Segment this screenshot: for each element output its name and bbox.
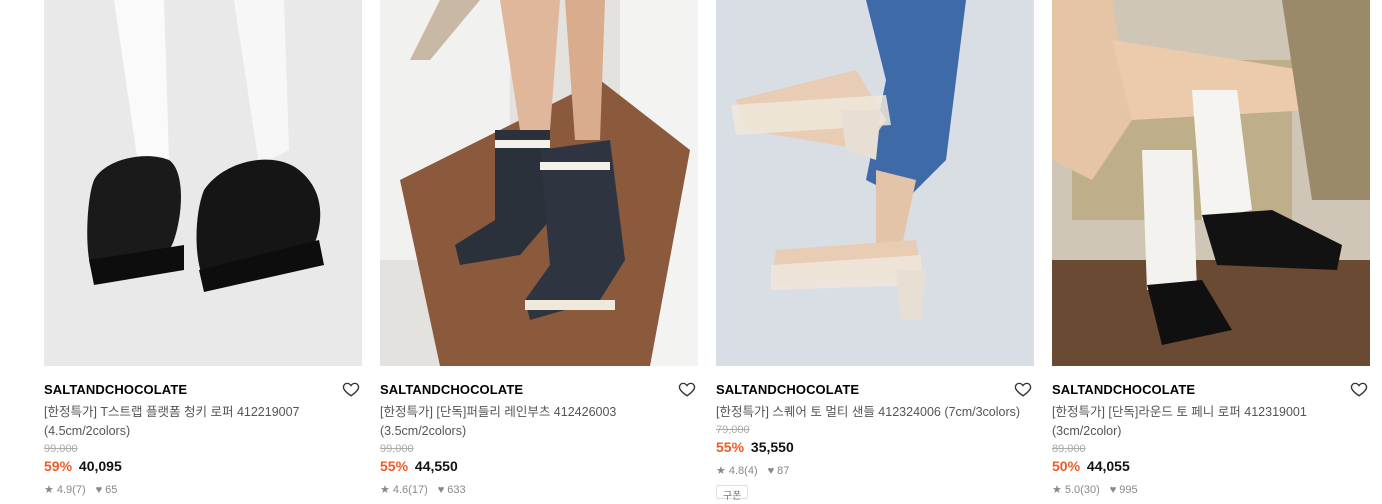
product-meta: ★ 4.9 (7) ♥ 65 bbox=[44, 483, 362, 497]
review-count: (30) bbox=[1080, 483, 1100, 496]
product-title[interactable]: [한정특가] T스트랩 플랫폼 청키 로퍼 412219007 (4.5cm/2… bbox=[44, 403, 362, 441]
sale-price: 35,550 bbox=[750, 439, 794, 455]
rating: 4.8 bbox=[728, 464, 745, 477]
product-title[interactable]: [한정특가] 스퀘어 토 멀티 샌들 412324006 (7cm/3color… bbox=[716, 403, 1034, 422]
product-photo-penny-loafers bbox=[1052, 0, 1370, 366]
discount-rate: 55% bbox=[716, 439, 745, 455]
product-title-line1: [한정특가] T스트랩 플랫폼 청키 로퍼 412219007 bbox=[44, 405, 300, 419]
price-row: 59% 40,095 bbox=[44, 458, 362, 474]
like-count: 633 bbox=[447, 483, 466, 496]
product-title-line1: [한정특가] [단독]라운드 토 페니 로퍼 412319001 bbox=[1052, 405, 1307, 419]
star-icon: ★ bbox=[380, 484, 390, 496]
product-image[interactable] bbox=[44, 0, 362, 366]
heart-filled-icon: ♥ bbox=[437, 483, 445, 496]
brand-name[interactable]: SALTANDCHOCOLATE bbox=[1052, 382, 1195, 397]
like-count: 65 bbox=[105, 483, 118, 496]
product-photo-rainboots bbox=[380, 0, 698, 366]
like-count: 995 bbox=[1119, 483, 1138, 496]
original-price: 79,000 bbox=[716, 424, 750, 436]
star-icon: ★ bbox=[44, 484, 54, 496]
review-count: (7) bbox=[72, 483, 86, 496]
product-title-line1: [한정특가] 스퀘어 토 멀티 샌들 412324006 (7cm/3color… bbox=[716, 405, 1021, 419]
sale-price: 40,095 bbox=[78, 458, 122, 474]
rating: 4.6 bbox=[392, 483, 409, 496]
product-meta: ★ 4.6 (17) ♥ 633 bbox=[380, 483, 698, 497]
product-title[interactable]: [한정특가] [단독]퍼들리 레인부츠 412426003 (3.5cm/2co… bbox=[380, 403, 698, 441]
product-meta: ★ 5.0 (30) ♥ 995 bbox=[1052, 483, 1370, 497]
product-title-line2: (3cm/2color) bbox=[1052, 424, 1122, 438]
brand-name[interactable]: SALTANDCHOCOLATE bbox=[716, 382, 859, 397]
rating: 4.9 bbox=[56, 483, 73, 496]
brand-name[interactable]: SALTANDCHOCOLATE bbox=[380, 382, 523, 397]
heart-outline-icon[interactable] bbox=[1014, 380, 1032, 398]
review-count: (17) bbox=[408, 483, 428, 496]
heart-outline-icon[interactable] bbox=[678, 380, 696, 398]
price-row: 55% 44,550 bbox=[380, 458, 698, 474]
star-icon: ★ bbox=[1052, 484, 1062, 496]
original-price: 99,000 bbox=[380, 443, 414, 455]
coupon-tag: 구폰 bbox=[716, 485, 749, 502]
heart-filled-icon: ♥ bbox=[95, 483, 103, 496]
product-photo-sandals bbox=[716, 0, 1034, 366]
star-icon: ★ bbox=[716, 465, 726, 477]
product-photo-loafers bbox=[44, 0, 362, 366]
discount-rate: 55% bbox=[380, 458, 409, 474]
product-image[interactable] bbox=[1052, 0, 1370, 366]
rating: 5.0 bbox=[1064, 483, 1081, 496]
sale-price: 44,550 bbox=[414, 458, 458, 474]
sale-price: 44,055 bbox=[1086, 458, 1130, 474]
product-card[interactable]: SALTANDCHOCOLATE [한정특가] T스트랩 플랫폼 청키 로퍼 4… bbox=[44, 0, 362, 504]
product-card[interactable]: SALTANDCHOCOLATE [한정특가] [단독]라운드 토 페니 로퍼 … bbox=[1052, 0, 1370, 504]
product-title-line2: (4.5cm/2colors) bbox=[44, 424, 131, 438]
heart-outline-icon[interactable] bbox=[342, 380, 360, 398]
product-title-line2: (3.5cm/2colors) bbox=[380, 424, 467, 438]
original-price: 89,000 bbox=[1052, 443, 1086, 455]
like-count: 87 bbox=[777, 464, 790, 477]
product-card[interactable]: SALTANDCHOCOLATE [한정특가] [단독]퍼들리 레인부츠 412… bbox=[380, 0, 698, 504]
review-count: (4) bbox=[744, 464, 758, 477]
price-row: 55% 35,550 bbox=[716, 439, 1034, 455]
heart-filled-icon: ♥ bbox=[1109, 483, 1117, 496]
heart-outline-icon[interactable] bbox=[1350, 380, 1368, 398]
product-image[interactable] bbox=[716, 0, 1034, 366]
discount-rate: 50% bbox=[1052, 458, 1081, 474]
original-price: 99,000 bbox=[44, 443, 78, 455]
product-card[interactable]: SALTANDCHOCOLATE [한정특가] 스퀘어 토 멀티 샌들 4123… bbox=[716, 0, 1034, 504]
product-title-line1: [한정특가] [단독]퍼들리 레인부츠 412426003 bbox=[380, 405, 617, 419]
brand-name[interactable]: SALTANDCHOCOLATE bbox=[44, 382, 187, 397]
product-grid: SALTANDCHOCOLATE [한정특가] T스트랩 플랫폼 청키 로퍼 4… bbox=[44, 0, 1370, 504]
discount-rate: 59% bbox=[44, 458, 73, 474]
heart-filled-icon: ♥ bbox=[767, 464, 775, 477]
product-image[interactable] bbox=[380, 0, 698, 366]
price-row: 50% 44,055 bbox=[1052, 458, 1370, 474]
product-meta: ★ 4.8 (4) ♥ 87 bbox=[716, 464, 1034, 478]
product-title[interactable]: [한정특가] [단독]라운드 토 페니 로퍼 412319001 (3cm/2c… bbox=[1052, 403, 1370, 441]
